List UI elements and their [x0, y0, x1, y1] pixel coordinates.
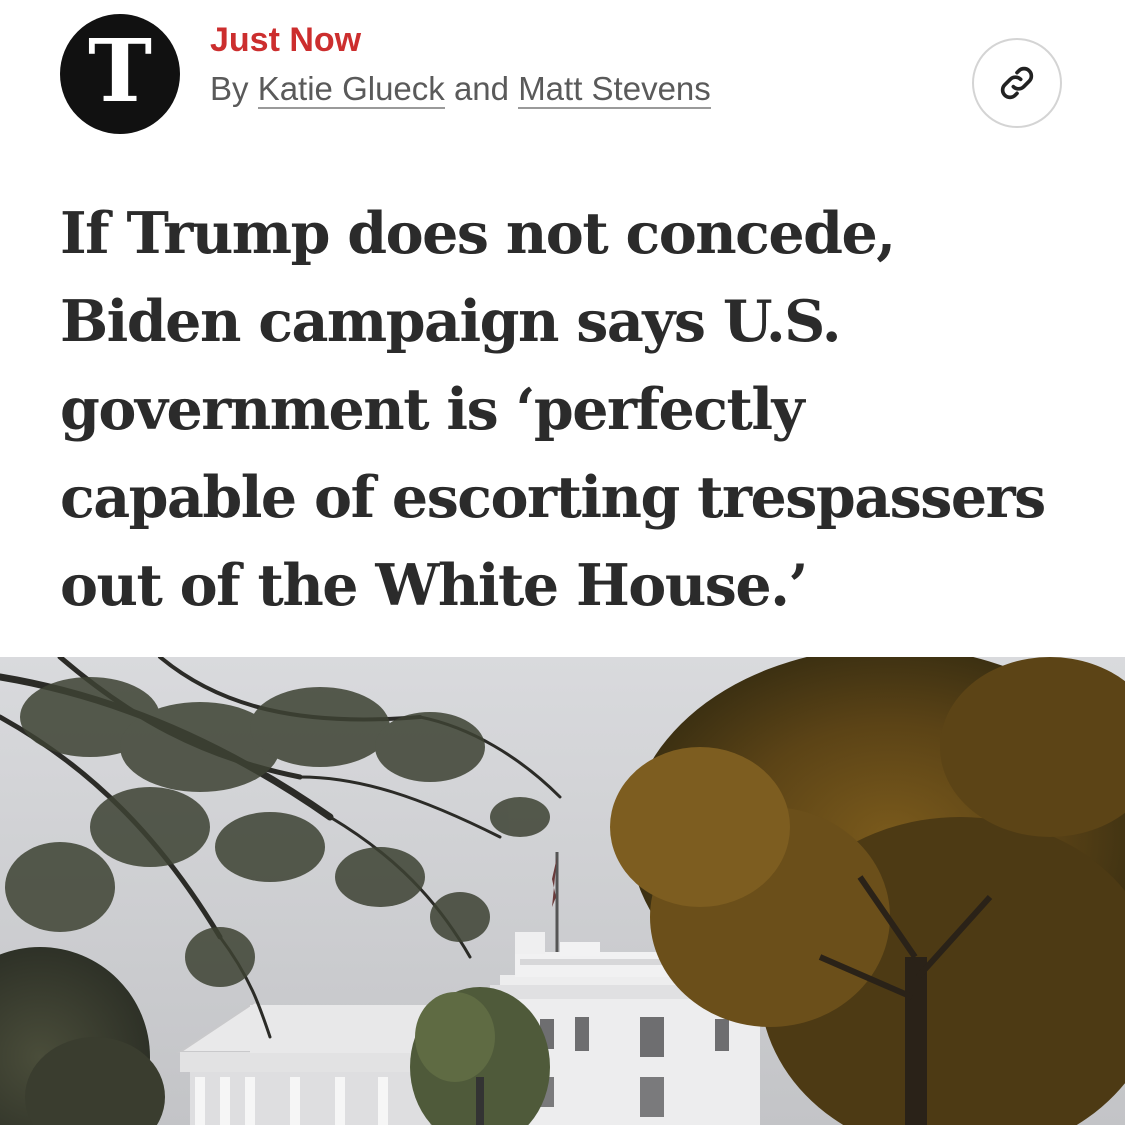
article-headline[interactable]: If Trump does not concede, Biden campaig…	[60, 190, 1080, 630]
byline: By Katie Glueck and Matt Stevens	[210, 69, 711, 110]
timestamp-label: Just Now	[210, 21, 362, 59]
headline-line: government is ‘perfectly	[60, 376, 805, 443]
photo-illustration	[0, 657, 1125, 1125]
byline-joiner: and	[453, 70, 510, 108]
author-link-matt-stevens[interactable]: Matt Stevens	[518, 70, 711, 110]
white-house-photo[interactable]	[0, 657, 1125, 1125]
logo-glyph: T	[88, 21, 152, 122]
share-link-button[interactable]	[972, 38, 1062, 128]
headline-line: capable of escorting trespassers	[60, 464, 1046, 531]
author-link-katie-glueck[interactable]: Katie Glueck	[257, 70, 445, 110]
headline-line: Biden campaign says U.S.	[60, 288, 842, 355]
article-page: T Just Now By Katie Glueck and Matt Stev…	[0, 0, 1125, 1125]
headline-line: If Trump does not concede,	[60, 200, 896, 267]
headline-line: out of the White House.’	[60, 552, 808, 619]
article-header: T Just Now By Katie Glueck and Matt Stev…	[0, 0, 1125, 170]
byline-prefix: By	[210, 70, 249, 108]
nyt-logo-icon[interactable]: T	[60, 14, 180, 134]
link-icon	[1000, 66, 1034, 100]
article-meta: Just Now By Katie Glueck and Matt Steven…	[210, 21, 711, 110]
